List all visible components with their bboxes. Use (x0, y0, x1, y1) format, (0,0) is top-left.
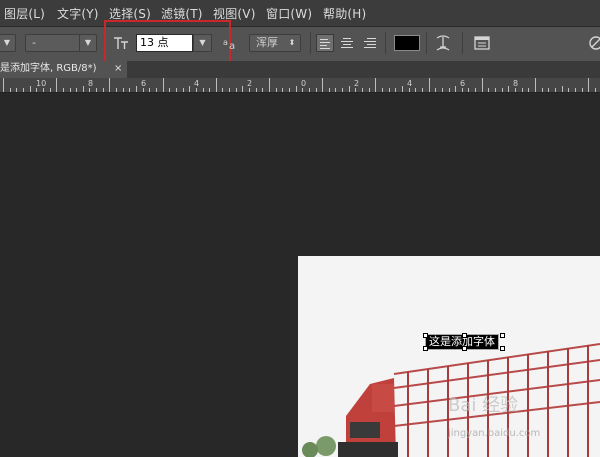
updown-arrow-icon: ⬍ (288, 38, 296, 47)
ruler-label: 4 (194, 79, 200, 88)
antialias-icon: a a (222, 36, 238, 54)
ruler-label: 6 (460, 79, 466, 88)
ruler-label: 0 (301, 79, 307, 88)
transform-handle[interactable] (423, 346, 428, 351)
ruler-label: 10 (36, 79, 47, 88)
menu-select[interactable]: 选择(S) (109, 5, 151, 22)
watermark-url: jingyan.baidu.com (447, 428, 540, 439)
chevron-down-icon: ▼ (0, 35, 15, 51)
font-style-dropdown[interactable]: - ▼ (25, 34, 97, 52)
separator (310, 32, 311, 54)
antialias-value: 浑厚 (256, 36, 278, 49)
ruler-label: 2 (354, 79, 360, 88)
separator (426, 32, 427, 54)
menu-bar: 图层(L) 文字(Y) 选择(S) 滤镜(T) 视图(V) 窗口(W) 帮助(H… (0, 0, 600, 27)
document-tab[interactable]: 是添加字体, RGB/8*) × (0, 61, 127, 78)
font-family-dropdown[interactable]: ▼ (0, 34, 16, 52)
text-color-swatch[interactable] (394, 35, 420, 51)
menu-type[interactable]: 文字(Y) (57, 5, 99, 22)
svg-text:a: a (229, 41, 235, 50)
menu-layer[interactable]: 图层(L) (4, 5, 45, 22)
font-size-dropdown-arrow[interactable]: ▼ (193, 34, 212, 52)
transform-handle[interactable] (423, 333, 428, 338)
menu-window[interactable]: 窗口(W) (266, 5, 312, 22)
cancel-icon[interactable] (588, 35, 600, 55)
horizontal-ruler: 10 8 6 4 2 0 2 4 6 8 (0, 78, 600, 93)
menu-filter[interactable]: 滤镜(T) (161, 5, 203, 22)
ruler-label: 8 (513, 79, 519, 88)
menu-view[interactable]: 视图(V) (213, 5, 256, 22)
close-icon[interactable]: × (114, 61, 122, 77)
chevron-down-icon: ▼ (79, 35, 96, 51)
font-size-icon (113, 35, 129, 55)
ruler-label: 2 (247, 79, 253, 88)
transform-handle[interactable] (500, 346, 505, 351)
separator (385, 32, 386, 54)
truck-image: Bai 经验 jingyan.baidu.com (298, 256, 600, 457)
align-left-button[interactable] (316, 34, 334, 52)
font-size-input[interactable]: 13 点 (136, 34, 193, 52)
transform-handle[interactable] (462, 333, 467, 338)
document-canvas[interactable]: Bai 经验 jingyan.baidu.com (298, 256, 600, 457)
chevron-down-icon: ▼ (199, 38, 206, 47)
font-style-value: - (32, 36, 36, 49)
ruler-label: 6 (141, 79, 147, 88)
warp-text-icon[interactable] (435, 34, 451, 56)
separator (462, 32, 463, 54)
menu-help[interactable]: 帮助(H) (323, 5, 366, 22)
transform-handle[interactable] (500, 333, 505, 338)
antialias-dropdown[interactable]: 浑厚 ⬍ (249, 34, 301, 52)
svg-text:a: a (223, 38, 228, 47)
align-center-button[interactable] (338, 34, 356, 52)
character-panel-icon[interactable] (474, 35, 490, 55)
watermark-logo: Bai 经验 (448, 395, 518, 416)
document-tab-title: 是添加字体, RGB/8*) (0, 63, 97, 74)
align-right-button[interactable] (361, 34, 379, 52)
ruler-label: 4 (407, 79, 413, 88)
ruler-label: 8 (88, 79, 94, 88)
document-tab-bar: 是添加字体, RGB/8*) × (0, 61, 600, 78)
transform-handle[interactable] (462, 346, 467, 351)
